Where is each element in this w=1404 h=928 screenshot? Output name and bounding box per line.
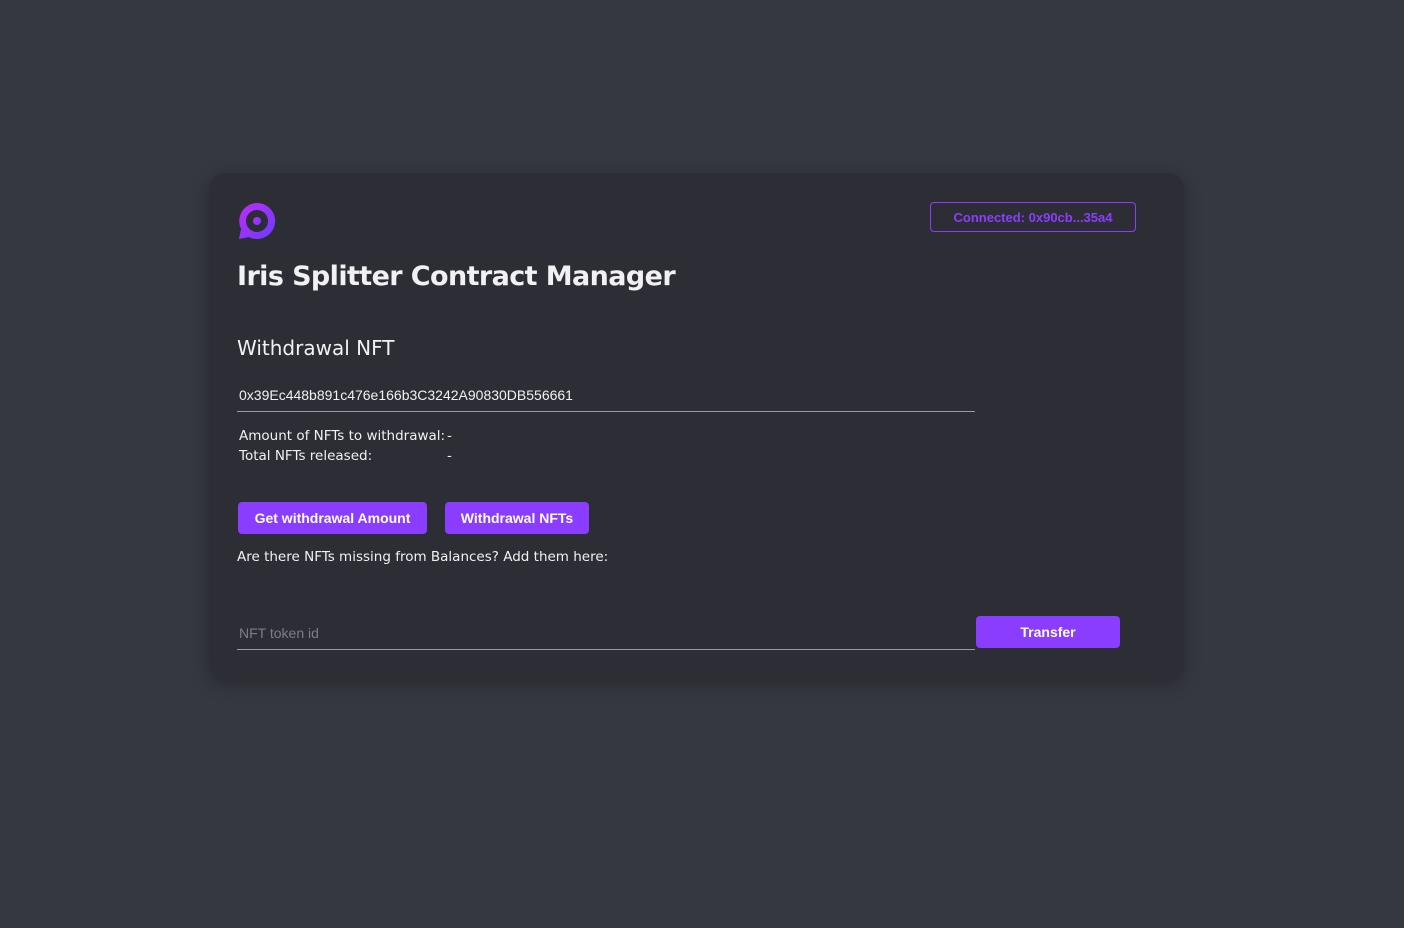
missing-nfts-text: Are there NFTs missing from Balances? Ad… <box>237 549 609 565</box>
total-released-label: Total NFTs released: <box>239 448 373 464</box>
withdrawal-section-title: Withdrawal NFT <box>237 336 395 360</box>
contract-address-field <box>237 381 975 412</box>
transfer-button[interactable]: Transfer <box>976 616 1120 648</box>
contract-address-input[interactable] <box>237 381 975 409</box>
page-title: Iris Splitter Contract Manager <box>237 261 676 292</box>
total-released-value: - <box>447 448 452 464</box>
amount-to-withdraw-row: Amount of NFTs to withdrawal: - <box>239 428 452 444</box>
iris-logo-icon <box>237 201 277 241</box>
total-released-row: Total NFTs released: - <box>239 448 452 464</box>
amount-to-withdraw-label: Amount of NFTs to withdrawal: <box>239 428 446 444</box>
nft-token-id-field <box>237 618 975 650</box>
connected-wallet-button[interactable]: Connected: 0x90cb...35a4 <box>930 202 1136 232</box>
get-withdrawal-amount-button[interactable]: Get withdrawal Amount <box>238 502 427 534</box>
withdraw-nfts-button[interactable]: Withdrawal NFTs <box>445 502 589 534</box>
contract-manager-card: Connected: 0x90cb...35a4 Iris Splitter C… <box>209 173 1184 680</box>
nft-token-id-input[interactable] <box>237 618 975 647</box>
amount-to-withdraw-value: - <box>447 428 452 444</box>
